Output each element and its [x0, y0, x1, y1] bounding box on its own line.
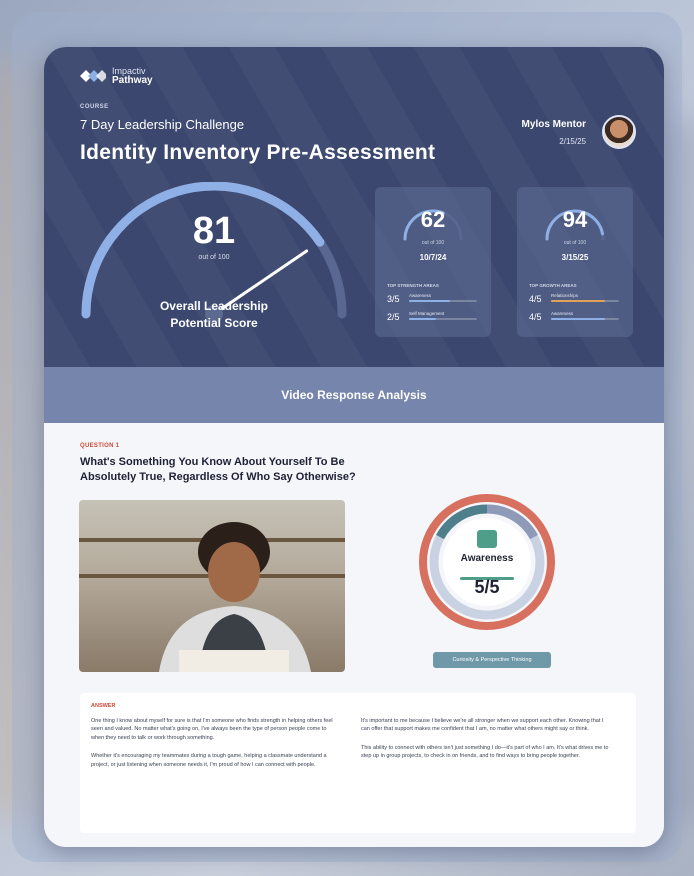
mentor-name: Mylos Mentor: [521, 119, 586, 130]
brand-line2: Pathway: [112, 75, 153, 86]
mini-sub-label: TOP STRENGTH AREAS: [387, 283, 439, 288]
course-name: 7 Day Leadership Challenge: [80, 117, 245, 132]
answer-paragraph: This ability to connect with others isn'…: [361, 744, 609, 760]
mini-row: 4/5 Awareness: [529, 311, 625, 325]
row-bar-fill: [409, 318, 437, 320]
trait-name: Awareness: [460, 553, 514, 564]
people-icon: [477, 530, 497, 548]
logo-icon: [80, 70, 106, 82]
row-score: 4/5: [529, 294, 542, 304]
mini-score: 62: [420, 207, 446, 232]
mini-date: 10/7/24: [419, 253, 447, 262]
overall-label-line1: Overall Leadership: [159, 299, 269, 313]
course-label: COURSE: [80, 104, 109, 110]
row-score: 3/5: [387, 294, 400, 304]
answer-paragraph: Whether it's encouraging my teammates du…: [91, 753, 327, 768]
past-score-card-1[interactable]: 62 out of 100 10/7/24 TOP STRENGTH AREAS…: [375, 187, 491, 337]
past-score-card-2[interactable]: 94 out of 100 3/15/25 TOP GROWTH AREAS 4…: [517, 187, 633, 337]
hero-section: Impactiv Pathway COURSE 7 Day Leadership…: [44, 47, 664, 367]
answer-box: ANSWER One thing I know about myself for…: [80, 693, 636, 833]
mentor-avatar[interactable]: [602, 115, 636, 149]
overall-score-label: Overall Leadership Potential Score: [72, 298, 356, 332]
question-text: What's Something You Know About Yourself…: [80, 456, 356, 483]
question-label: QUESTION 1: [80, 443, 120, 449]
trait-score: 5/5: [474, 577, 500, 597]
row-name: Self Management: [409, 311, 445, 316]
mini-row: 4/5 Relationships: [529, 293, 625, 307]
student-photo: [159, 522, 311, 672]
mentor-date: 2/15/25: [559, 137, 586, 146]
answer-paragraph: It's important to me because I believe w…: [361, 718, 604, 733]
row-name: Relationships: [551, 293, 579, 298]
overall-score: 81: [192, 210, 236, 252]
row-name: Awareness: [409, 293, 432, 298]
row-bar-fill: [551, 318, 606, 320]
mini-score: 94: [562, 207, 588, 232]
video-thumbnail[interactable]: [79, 500, 345, 672]
overall-label-line2: Potential Score: [170, 316, 258, 330]
overall-out-of: out of 100: [198, 254, 230, 261]
mini-sub-label: TOP GROWTH AREAS: [529, 283, 577, 288]
mini-out-of: out of 100: [421, 240, 445, 246]
section-band: Video Response Analysis: [44, 367, 664, 423]
overall-score-gauge: 81 out of 100 Overall Leadership Potenti…: [72, 181, 356, 352]
assessment-card: Impactiv Pathway COURSE 7 Day Leadership…: [44, 47, 664, 847]
row-bar-fill: [551, 300, 606, 302]
mini-row: 3/5 Awareness: [387, 293, 483, 307]
answer-label: ANSWER: [91, 703, 116, 709]
brand-logo: Impactiv Pathway: [80, 67, 153, 86]
mini-out-of: out of 100: [563, 240, 587, 246]
row-score: 2/5: [387, 312, 400, 322]
page-title: Identity Inventory Pre-Assessment: [80, 141, 436, 164]
trait-tag[interactable]: Curiosity & Perspective Thinking: [433, 652, 551, 668]
mini-row: 2/5 Self Management: [387, 311, 483, 325]
row-score: 4/5: [529, 312, 542, 322]
section-title: Video Response Analysis: [281, 388, 427, 402]
answer-paragraph: One thing I know about myself for sure i…: [91, 718, 333, 741]
row-name: Awareness: [551, 311, 574, 316]
row-bar-fill: [409, 300, 450, 302]
mini-date: 3/15/25: [561, 253, 589, 262]
answer-column-left: One thing I know about myself for sure i…: [91, 717, 339, 779]
answer-column-right: It's important to me because I believe w…: [361, 717, 609, 771]
question-section: QUESTION 1 What's Something You Know Abo…: [44, 423, 664, 847]
